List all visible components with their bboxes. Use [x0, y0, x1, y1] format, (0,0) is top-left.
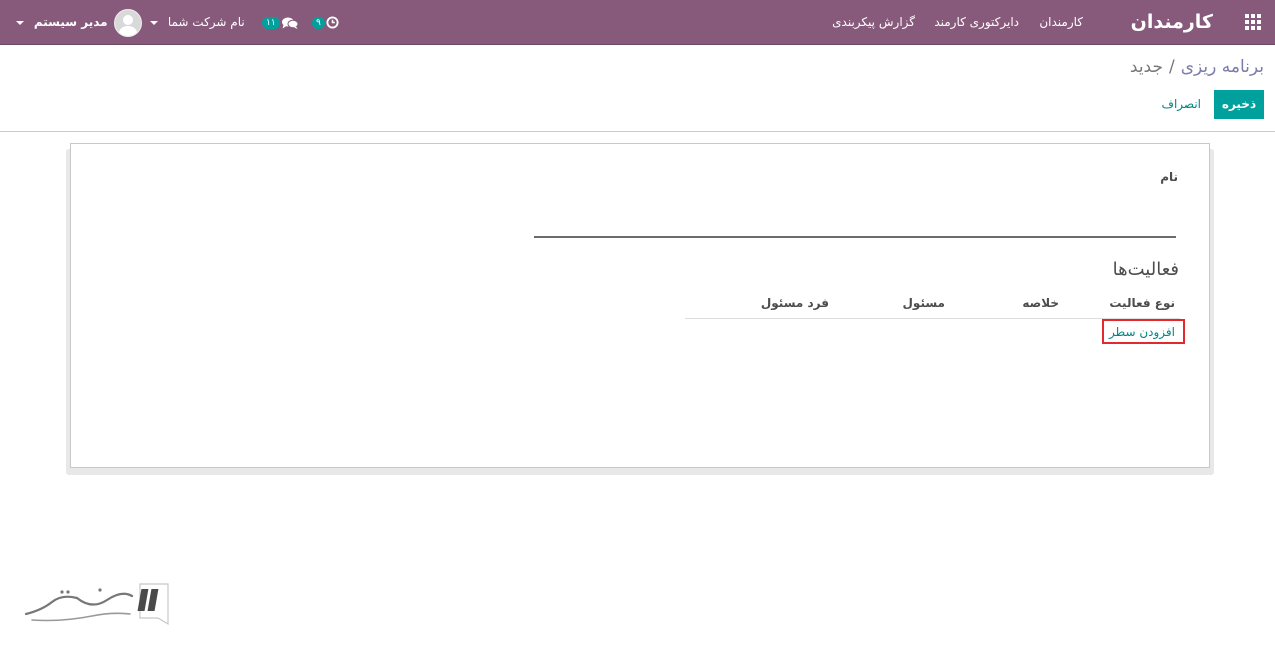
column-summary[interactable]: خلاصه [1022, 296, 1059, 310]
name-field-label: نام [1160, 170, 1178, 184]
form-sheet: نام فعالیت‌ها نوع فعالیت خلاصه مسئول فرد… [70, 143, 1210, 468]
control-panel: برنامه ریزی /جدید ذخیره انصراف [0, 45, 1275, 132]
breadcrumb-parent[interactable]: برنامه ریزی [1181, 57, 1264, 77]
watermark-logo [24, 583, 169, 626]
activity-menu[interactable]: ۹ [312, 0, 339, 44]
menu-employees[interactable]: کارمندان [1039, 0, 1083, 44]
caret-down-icon [16, 20, 24, 25]
column-assigned-to[interactable]: مسئول [903, 296, 945, 310]
column-activity-type[interactable]: نوع فعالیت [1109, 296, 1175, 310]
apps-grid-icon[interactable] [1245, 14, 1263, 30]
add-line-link[interactable]: افزودن سطر [1109, 325, 1175, 339]
breadcrumb-separator: / [1168, 57, 1175, 77]
name-input[interactable] [534, 235, 1176, 238]
column-responsible[interactable]: فرد مسئول [761, 296, 829, 310]
company-name: نام شرکت شما [167, 15, 245, 29]
discard-button[interactable]: انصراف [1162, 97, 1201, 111]
breadcrumb: برنامه ریزی /جدید [1130, 57, 1264, 77]
company-switcher[interactable]: نام شرکت شما [150, 0, 245, 44]
activities-section-title: فعالیت‌ها [1112, 259, 1179, 280]
chat-bubbles-icon [281, 17, 298, 29]
messaging-menu[interactable]: ۱۱ [262, 0, 299, 44]
clock-icon [326, 16, 339, 29]
messages-count-badge: ۱۱ [262, 16, 280, 29]
activity-count-badge: ۹ [312, 16, 325, 29]
menu-employee-directory[interactable]: دایرکتوری کارمند [934, 0, 1019, 44]
save-button[interactable]: ذخیره [1214, 90, 1264, 119]
user-avatar [114, 8, 143, 37]
top-navbar: کارمندان کارمندان دایرکتوری کارمند گزارش… [0, 0, 1275, 45]
menu-reporting[interactable]: گزارش [879, 0, 915, 44]
caret-down-icon [150, 20, 158, 25]
app-brand[interactable]: کارمندان [1131, 0, 1213, 44]
menu-configuration[interactable]: پیکربندی [832, 0, 875, 44]
add-line-highlight: افزودن سطر [1102, 319, 1185, 344]
user-name: مدیر سیستم [33, 15, 108, 29]
breadcrumb-current: جدید [1129, 57, 1163, 77]
user-menu[interactable]: مدیر سیستم [16, 0, 143, 44]
